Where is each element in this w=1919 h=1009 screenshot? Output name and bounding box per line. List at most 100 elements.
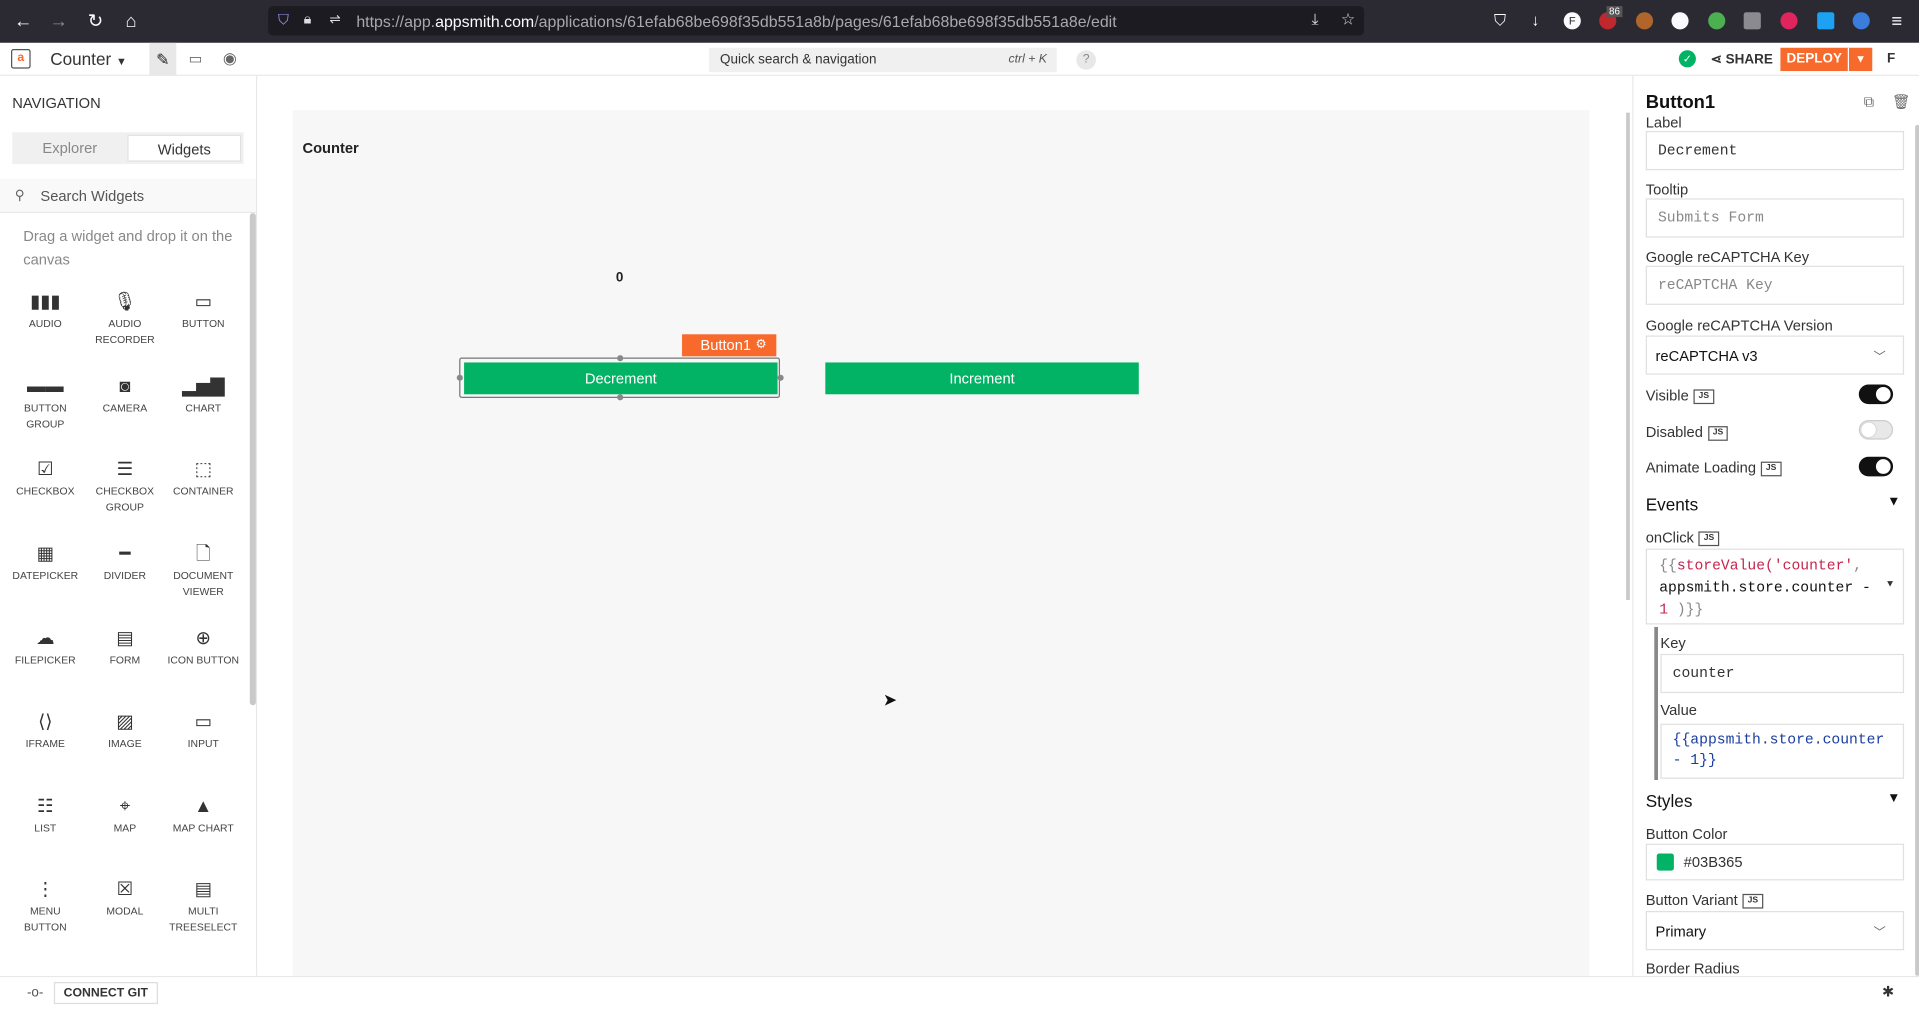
- counter-text[interactable]: 0: [616, 271, 624, 286]
- extension-react-icon[interactable]: [1852, 12, 1870, 30]
- canvas[interactable]: Counter 0 Button1 ⚙ Decrement Increment ➤: [292, 110, 1590, 976]
- extension-a-icon[interactable]: [1671, 12, 1689, 30]
- deploy-button[interactable]: DEPLOY ▼: [1780, 47, 1873, 72]
- modal-icon: ☒: [116, 879, 134, 901]
- button-color-input[interactable]: #03B365: [1645, 843, 1905, 881]
- color-swatch[interactable]: [1656, 853, 1674, 871]
- widget-card-container[interactable]: ⬚ CONTAINER: [165, 458, 241, 500]
- appsmith-logo[interactable]: a: [11, 48, 31, 69]
- selected-widget-name: Button1: [700, 336, 752, 354]
- canvas-scrollbar[interactable]: [1626, 112, 1630, 601]
- reload-icon[interactable]: ↻: [83, 10, 107, 34]
- widget-card-divider[interactable]: ━ DIVIDER: [87, 542, 163, 584]
- app-name-dropdown[interactable]: Counter ▼: [50, 49, 127, 69]
- forward-icon[interactable]: →: [47, 10, 71, 34]
- disabled-toggle[interactable]: [1858, 420, 1894, 440]
- resize-handle-bottom[interactable]: [617, 394, 624, 401]
- js-toggle-onclick[interactable]: JS: [1698, 531, 1720, 546]
- connect-git-button[interactable]: CONNECT GIT: [53, 982, 158, 1005]
- save-page-icon[interactable]: ⤓: [1311, 10, 1318, 30]
- key-input[interactable]: counter: [1660, 653, 1905, 694]
- widget-card-form[interactable]: ▤ FORM: [87, 627, 163, 669]
- widget-card-checkbox[interactable]: ☑ CHECKBOX: [7, 458, 83, 500]
- widget-card-input[interactable]: ▭ INPUT: [165, 710, 241, 752]
- tab-explorer[interactable]: Explorer: [15, 135, 125, 162]
- resize-handle-top[interactable]: [617, 355, 624, 362]
- quick-search-bar[interactable]: Quick search & navigation ctrl + K: [708, 47, 1057, 73]
- value-code-editor[interactable]: {{appsmith.store.counter - 1}}: [1660, 723, 1905, 779]
- widget-card-filepicker[interactable]: ☁ FILEPICKER: [7, 627, 83, 669]
- widget-card-menu-button[interactable]: ⋮ MENU BUTTON: [7, 878, 83, 936]
- extension-print-icon[interactable]: [1743, 12, 1761, 30]
- home-icon[interactable]: ⌂: [119, 10, 143, 34]
- extension-translate-icon[interactable]: [1817, 12, 1835, 30]
- widget-card-map[interactable]: ⌖ MAP: [87, 795, 163, 837]
- js-toggle-animate[interactable]: JS: [1760, 461, 1782, 477]
- widget-card-multi-treeselect[interactable]: ▤ MULTI TREESELECT: [165, 878, 241, 936]
- widget-card-audio-recorder[interactable]: 🎙︎ AUDIO RECORDER: [87, 290, 163, 348]
- button-variant-select[interactable]: Primary ﹀: [1645, 911, 1905, 951]
- quick-search-label: Quick search & navigation: [720, 52, 877, 68]
- styles-section-header[interactable]: Styles ▼: [1646, 791, 1906, 811]
- widget-search-input[interactable]: ⚲ Search Widgets: [0, 178, 256, 214]
- pocket-icon[interactable]: ⛉: [1491, 12, 1508, 29]
- onclick-code-editor[interactable]: {{storeValue('counter', appsmith.store.c…: [1645, 548, 1905, 625]
- widget-card-button-group[interactable]: ▬▬ BUTTON GROUP: [7, 375, 83, 433]
- widget-card-camera[interactable]: ◙ CAMERA: [87, 375, 163, 417]
- animate-loading-toggle[interactable]: [1858, 456, 1894, 477]
- extension-pen-icon[interactable]: [1708, 12, 1726, 30]
- widget-card-document-viewer[interactable]: 🗋︎ DOCUMENT VIEWER: [165, 542, 241, 600]
- copy-icon[interactable]: ⧉: [1864, 93, 1875, 111]
- widget-card-image[interactable]: ▨ IMAGE: [87, 710, 163, 752]
- bottom-bar: -o- CONNECT GIT ✱: [0, 975, 1919, 1009]
- widget-card-checkbox-group[interactable]: ☰ CHECKBOX GROUP: [87, 458, 163, 516]
- sidebar-scrollbar[interactable]: [249, 213, 256, 706]
- user-avatar[interactable]: F: [1887, 51, 1895, 66]
- downloads-icon[interactable]: ↓: [1527, 12, 1544, 29]
- increment-button[interactable]: Increment: [825, 362, 1139, 395]
- extension-t-icon[interactable]: [1780, 12, 1798, 30]
- widget-card-modal[interactable]: ☒ MODAL: [87, 878, 163, 920]
- tooltip-input[interactable]: Submits Form: [1645, 198, 1905, 238]
- recaptcha-key-input[interactable]: reCAPTCHA Key: [1645, 265, 1905, 305]
- widget-card-chart[interactable]: ▂▅▇ CHART: [165, 375, 241, 417]
- widget-card-datepicker[interactable]: ▦ DATEPICKER: [7, 542, 83, 584]
- delete-icon[interactable]: 🗑︎: [1892, 93, 1911, 110]
- widget-card-label: CAMERA: [102, 401, 148, 414]
- debugger-bug-icon[interactable]: ✱: [1882, 983, 1894, 1000]
- preview-eye-icon[interactable]: ◉: [223, 49, 237, 69]
- properties-scrollbar[interactable]: [1915, 124, 1919, 976]
- resize-handle-right[interactable]: [777, 374, 784, 381]
- decrement-button[interactable]: Decrement: [464, 362, 778, 395]
- extension-cookie-icon[interactable]: [1635, 12, 1654, 30]
- widget-card-button[interactable]: ▭ BUTTON: [165, 290, 241, 332]
- selected-widget-tag[interactable]: Button1 ⚙: [682, 334, 777, 357]
- action-dropdown-icon[interactable]: ▼: [1887, 574, 1893, 596]
- js-toggle-variant[interactable]: JS: [1742, 893, 1763, 909]
- share-button[interactable]: ⋖ SHARE: [1711, 51, 1773, 68]
- menu-hamburger-icon[interactable]: ≡: [1885, 10, 1909, 34]
- widget-card-map-chart[interactable]: ▲ MAP CHART: [165, 795, 241, 837]
- back-icon[interactable]: ←: [11, 10, 35, 34]
- recaptcha-version-select[interactable]: reCAPTCHA v3 ﹀: [1645, 335, 1905, 375]
- label-input[interactable]: Decrement: [1645, 131, 1905, 171]
- address-bar[interactable]: ⛉ 🔒︎ ⇌ https://app.appsmith.com/applicat…: [268, 6, 1365, 36]
- deploy-chevron-icon[interactable]: ▼: [1847, 47, 1872, 72]
- comment-icon[interactable]: ▭: [189, 50, 203, 67]
- widget-card-icon-button[interactable]: ⊕ ICON BUTTON: [165, 627, 241, 669]
- widget-card-list[interactable]: ☷ LIST: [7, 795, 83, 837]
- js-toggle-disabled[interactable]: JS: [1707, 425, 1729, 441]
- bookmark-star-icon[interactable]: ☆: [1341, 10, 1355, 30]
- widget-name-title[interactable]: Button1: [1646, 92, 1715, 113]
- events-section-header[interactable]: Events ▼: [1646, 495, 1906, 515]
- resize-handle-left[interactable]: [456, 374, 463, 381]
- help-icon[interactable]: ?: [1076, 50, 1096, 70]
- js-toggle-visible[interactable]: JS: [1693, 389, 1714, 404]
- visible-toggle[interactable]: [1858, 384, 1894, 405]
- widget-card-audio[interactable]: ▮▮▮ AUDIO: [7, 290, 83, 332]
- widget-card-iframe[interactable]: ⟨⟩ IFRAME: [7, 710, 83, 752]
- edit-mode-icon[interactable]: ✎: [149, 42, 177, 76]
- settings-gear-icon[interactable]: ⚙: [756, 334, 767, 356]
- tab-widgets[interactable]: Widgets: [127, 134, 242, 162]
- extension-f-icon[interactable]: F: [1563, 12, 1581, 30]
